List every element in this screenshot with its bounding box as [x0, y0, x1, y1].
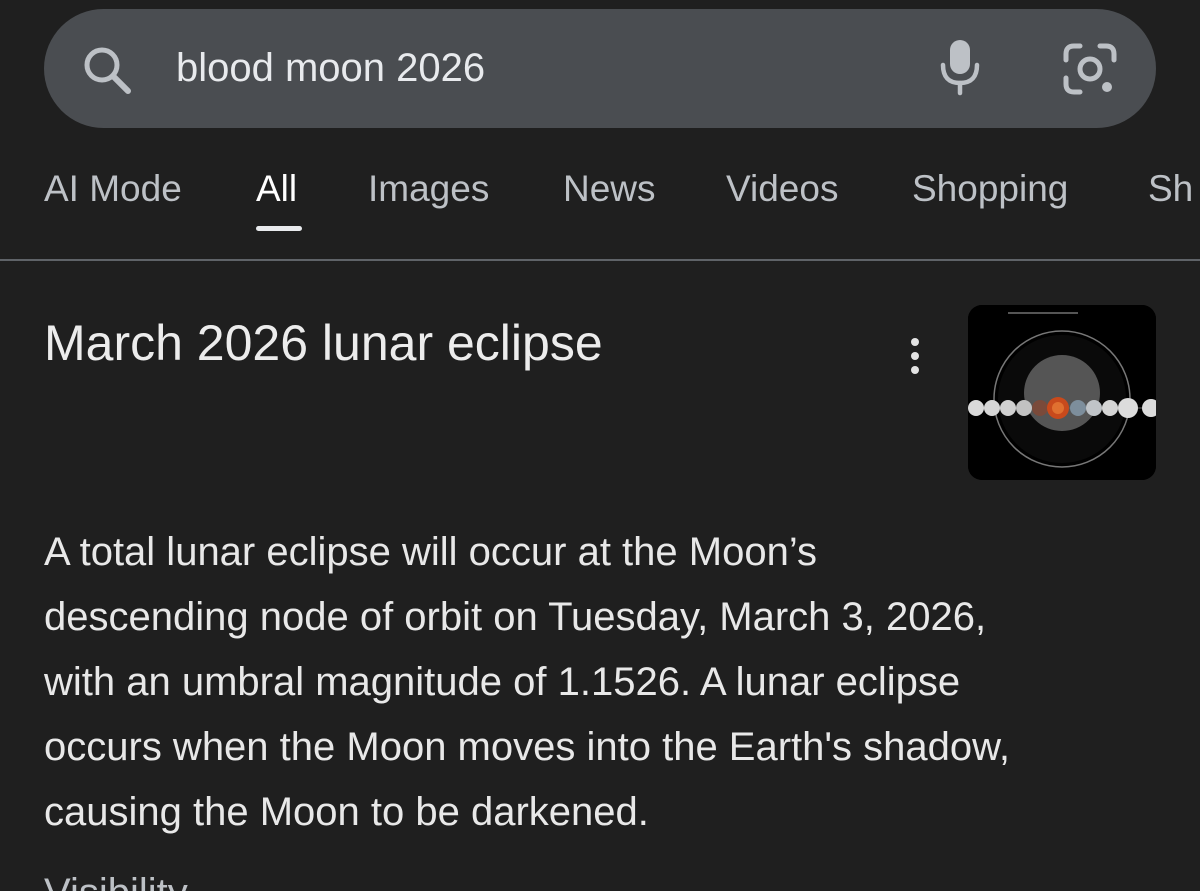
search-input[interactable] [176, 40, 896, 96]
cut-off-heading: Visibility [44, 868, 444, 891]
tab-shopping[interactable]: Shopping [912, 168, 1068, 210]
tabs-divider [0, 259, 1200, 261]
tab-all[interactable]: All [256, 168, 297, 210]
more-vert-icon[interactable] [904, 336, 926, 376]
microphone-icon[interactable] [938, 38, 982, 96]
cut-off-heading-text: Visibility [44, 868, 444, 891]
tab-more-cut[interactable]: Sh [1148, 168, 1193, 210]
result-description: A total lunar eclipse will occur at the … [44, 520, 1164, 845]
tab-videos[interactable]: Videos [726, 168, 838, 210]
result-title[interactable]: March 2026 lunar eclipse [44, 314, 603, 372]
eclipse-diagram-image [968, 305, 1156, 480]
search-icon[interactable] [80, 44, 134, 96]
search-tabs: AI Mode All Images News Videos Shopping … [0, 168, 1200, 258]
tab-news[interactable]: News [563, 168, 656, 210]
description-line: causing the Moon to be darkened. [44, 790, 649, 834]
page: AI Mode All Images News Videos Shopping … [0, 0, 1200, 891]
active-tab-indicator [256, 226, 302, 231]
eclipse-thumbnail[interactable] [968, 305, 1156, 480]
description-line: descending node of orbit on Tuesday, Mar… [44, 595, 987, 639]
description-line: occurs when the Moon moves into the Eart… [44, 725, 1010, 769]
camera-lens-icon[interactable] [1062, 42, 1118, 96]
tab-ai-mode[interactable]: AI Mode [44, 168, 182, 210]
description-line: with an umbral magnitude of 1.1526. A lu… [44, 660, 961, 704]
tab-images[interactable]: Images [368, 168, 489, 210]
description-line: A total lunar eclipse will occur at the … [44, 530, 817, 574]
